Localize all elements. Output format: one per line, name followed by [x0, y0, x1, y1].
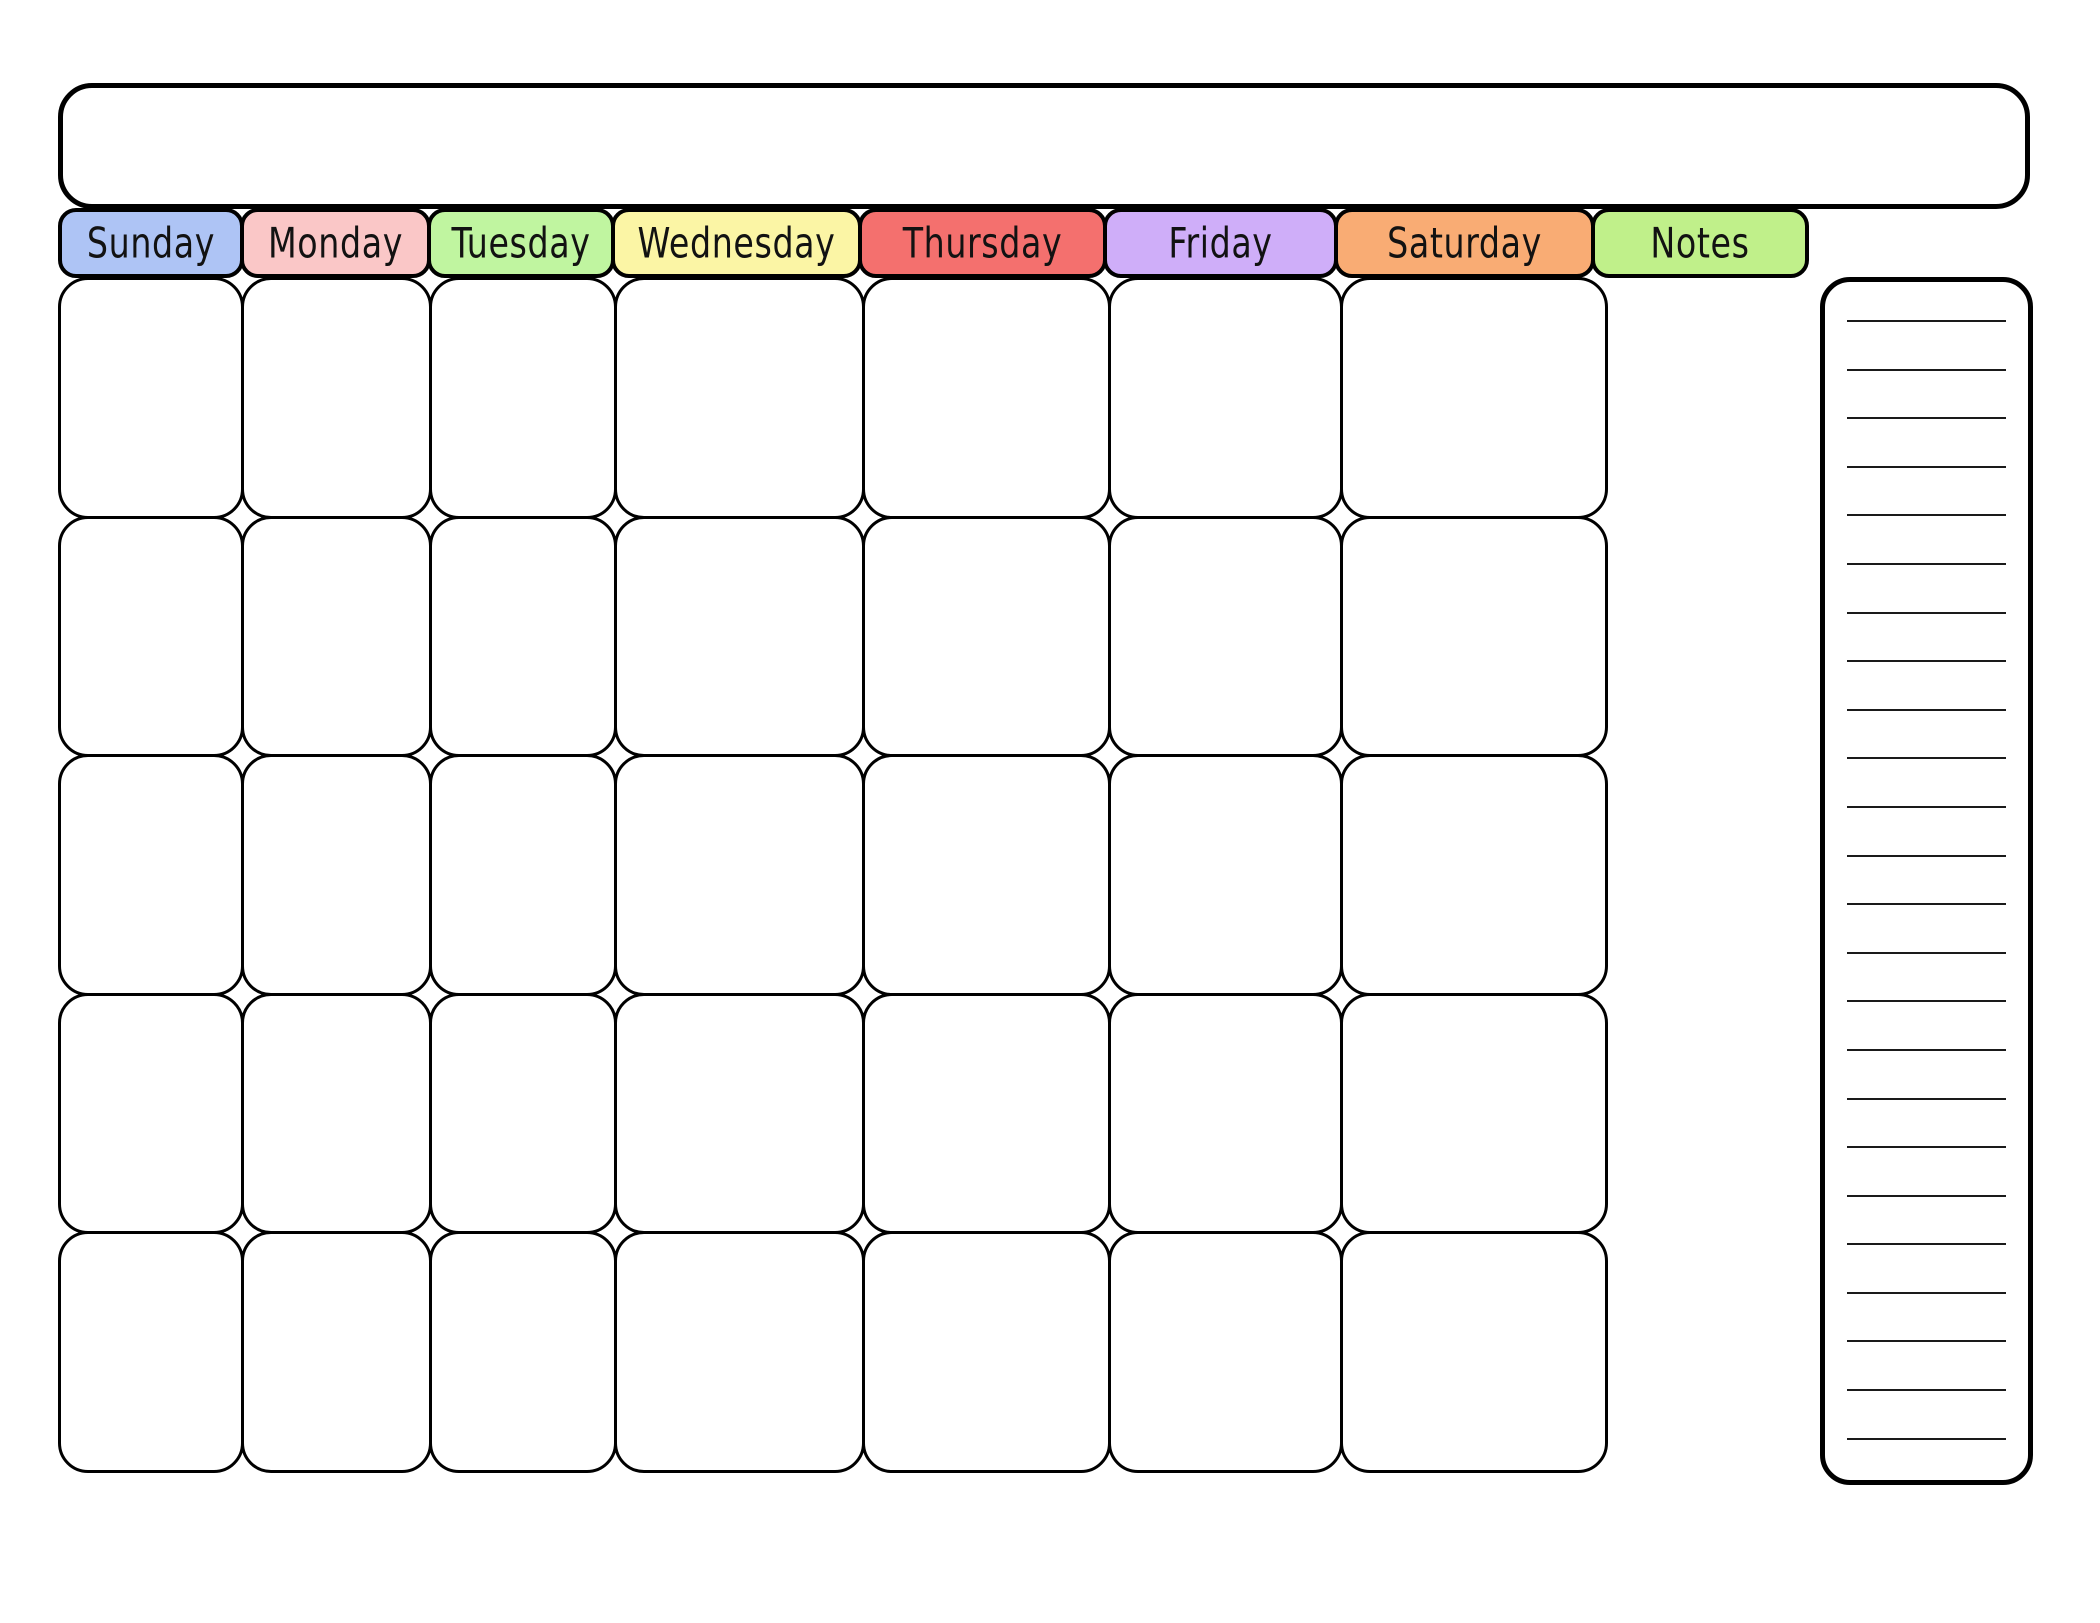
- day-cell[interactable]: [862, 754, 1111, 996]
- notes-ruled-line[interactable]: [1847, 660, 2006, 663]
- notes-ruled-line[interactable]: [1847, 854, 2006, 857]
- day-header-label: Monday: [267, 218, 403, 268]
- calendar-week-row: [58, 992, 1823, 1235]
- day-cell[interactable]: [614, 992, 865, 1235]
- notes-ruled-line[interactable]: [1847, 562, 2006, 565]
- day-cell[interactable]: [614, 277, 865, 519]
- calendar-week-row: [58, 277, 1823, 519]
- day-cell[interactable]: [58, 754, 244, 996]
- day-cell[interactable]: [1340, 277, 1608, 519]
- day-cell[interactable]: [58, 992, 244, 1235]
- day-cell[interactable]: [614, 515, 865, 758]
- day-cell[interactable]: [429, 992, 617, 1235]
- day-cell[interactable]: [1108, 1231, 1343, 1473]
- notes-ruled-line[interactable]: [1847, 903, 2006, 906]
- day-cell[interactable]: [862, 277, 1111, 519]
- day-cell[interactable]: [862, 1231, 1111, 1473]
- notes-ruled-line[interactable]: [1847, 805, 2006, 808]
- day-cell[interactable]: [1340, 754, 1608, 996]
- day-header-label: Thursday: [902, 218, 1063, 268]
- notes-ruled-line[interactable]: [1847, 514, 2006, 517]
- day-header-label: Friday: [1168, 218, 1273, 268]
- day-cell[interactable]: [1340, 992, 1608, 1235]
- day-cell[interactable]: [862, 992, 1111, 1235]
- calendar-week-row: [58, 754, 1823, 996]
- notes-ruled-line[interactable]: [1847, 1000, 2006, 1003]
- day-cell[interactable]: [241, 277, 432, 519]
- day-cell[interactable]: [429, 277, 617, 519]
- day-header-label: Sunday: [86, 218, 216, 268]
- calendar-week-row: [58, 1231, 1823, 1473]
- notes-ruled-line[interactable]: [1847, 368, 2006, 371]
- notes-panel[interactable]: [1820, 277, 2033, 1485]
- notes-ruled-line[interactable]: [1847, 1146, 2006, 1149]
- day-cell[interactable]: [1340, 1231, 1608, 1473]
- day-header-monday[interactable]: Monday: [240, 208, 431, 278]
- day-cell[interactable]: [58, 515, 244, 758]
- day-header-tuesday[interactable]: Tuesday: [427, 208, 615, 278]
- day-cell[interactable]: [1108, 277, 1343, 519]
- notes-ruled-line[interactable]: [1847, 1097, 2006, 1100]
- notes-header-label: Notes: [1650, 218, 1750, 268]
- day-header-label: Saturday: [1387, 218, 1542, 268]
- day-cell[interactable]: [614, 1231, 865, 1473]
- day-cell[interactable]: [1108, 515, 1343, 758]
- notes-ruled-line[interactable]: [1847, 1437, 2006, 1440]
- notes-ruled-line[interactable]: [1847, 611, 2006, 614]
- notes-ruled-line[interactable]: [1847, 417, 2006, 420]
- notes-ruled-line[interactable]: [1847, 1048, 2006, 1051]
- day-cell[interactable]: [241, 1231, 432, 1473]
- calendar-grid: [58, 277, 1823, 1485]
- day-header-label: Wednesday: [637, 218, 836, 268]
- day-cell[interactable]: [429, 1231, 617, 1473]
- day-cell[interactable]: [58, 1231, 244, 1473]
- day-header-label: Tuesday: [451, 218, 591, 268]
- day-cell[interactable]: [614, 754, 865, 996]
- notes-ruled-line[interactable]: [1847, 1389, 2006, 1392]
- day-cell[interactable]: [241, 515, 432, 758]
- notes-ruled-line[interactable]: [1847, 1340, 2006, 1343]
- notes-ruled-line[interactable]: [1847, 1291, 2006, 1294]
- notes-ruled-line[interactable]: [1847, 1194, 2006, 1197]
- day-cell[interactable]: [429, 515, 617, 758]
- day-cell[interactable]: [429, 754, 617, 996]
- day-cell[interactable]: [241, 992, 432, 1235]
- day-header-friday[interactable]: Friday: [1103, 208, 1338, 278]
- day-header-row: Sunday Monday Tuesday Wednesday Thursday…: [58, 208, 2033, 278]
- calendar-week-row: [58, 515, 1823, 758]
- day-cell[interactable]: [862, 515, 1111, 758]
- month-title-bar[interactable]: [58, 83, 2030, 209]
- notes-ruled-line[interactable]: [1847, 465, 2006, 468]
- day-cell[interactable]: [58, 277, 244, 519]
- day-cell[interactable]: [1108, 754, 1343, 996]
- day-header-sunday[interactable]: Sunday: [58, 208, 244, 278]
- day-header-thursday[interactable]: Thursday: [858, 208, 1107, 278]
- notes-header[interactable]: Notes: [1591, 208, 1809, 278]
- notes-ruled-line[interactable]: [1847, 708, 2006, 711]
- day-cell[interactable]: [241, 754, 432, 996]
- notes-ruled-line[interactable]: [1847, 1243, 2006, 1246]
- day-cell[interactable]: [1340, 515, 1608, 758]
- notes-ruled-line[interactable]: [1847, 757, 2006, 760]
- notes-ruled-line[interactable]: [1847, 951, 2006, 954]
- calendar-template-page: Sunday Monday Tuesday Wednesday Thursday…: [0, 0, 2100, 1623]
- day-header-wednesday[interactable]: Wednesday: [611, 208, 862, 278]
- notes-ruled-line[interactable]: [1847, 320, 2006, 322]
- day-header-saturday[interactable]: Saturday: [1334, 208, 1595, 278]
- day-cell[interactable]: [1108, 992, 1343, 1235]
